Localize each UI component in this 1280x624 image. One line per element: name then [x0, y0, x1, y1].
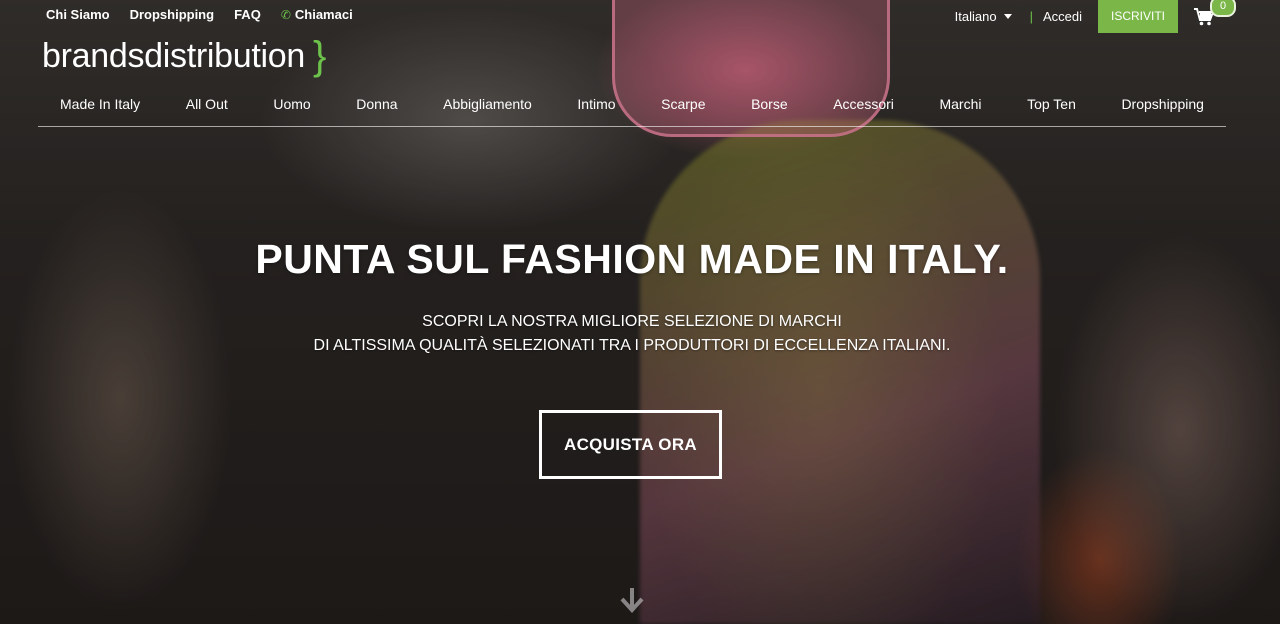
nav-item-all-out[interactable]: All Out — [186, 86, 228, 112]
phone-icon: ✆ — [280, 7, 291, 22]
nav-item-donna[interactable]: Donna — [356, 86, 397, 112]
nav-item-abbigliamento[interactable]: Abbigliamento — [443, 86, 532, 112]
logo-text: brandsdistribution — [42, 36, 305, 75]
main-nav: Made In Italy All Out Uomo Donna Abbigli… — [38, 86, 1226, 127]
nav-item-accessori[interactable]: Accessori — [833, 86, 894, 112]
nav-item-uomo[interactable]: Uomo — [273, 86, 310, 112]
link-chi-siamo[interactable]: Chi Siamo — [46, 7, 110, 22]
nav-item-scarpe[interactable]: Scarpe — [661, 86, 705, 112]
nav-item-top-ten[interactable]: Top Ten — [1027, 86, 1076, 112]
hero-subheadline-line-1: SCOPRI LA NOSTRA MIGLIORE SELEZIONE DI M… — [422, 313, 842, 330]
cart-button[interactable]: 0 — [1194, 0, 1236, 26]
divider: | — [1029, 9, 1033, 24]
language-label: Italiano — [954, 9, 997, 24]
nav-item-made-in-italy[interactable]: Made In Italy — [60, 86, 140, 112]
link-dropshipping[interactable]: Dropshipping — [130, 7, 215, 22]
nav-item-marchi[interactable]: Marchi — [939, 86, 981, 112]
arrow-down-icon[interactable] — [618, 586, 646, 614]
hero-subheadline-line-2: DI ALTISSIMA QUALITÀ SELEZIONATI TRA I P… — [313, 337, 951, 354]
top-links: Chi Siamo Dropshipping FAQ ✆ Chiamaci — [46, 7, 353, 22]
cart-count-badge: 0 — [1210, 0, 1236, 17]
chevron-down-icon — [1003, 14, 1012, 19]
hero-headline: PUNTA SUL FASHION MADE IN ITALY. — [255, 236, 1009, 282]
shop-now-button[interactable]: ACQUISTA ORA — [539, 410, 722, 479]
nav-item-intimo[interactable]: Intimo — [577, 86, 615, 112]
link-chiamaci-label: Chiamaci — [294, 7, 353, 22]
language-selector[interactable]: Italiano — [955, 9, 1012, 24]
top-right-controls: Italiano | Accedi ISCRIVITI 0 — [955, 0, 1236, 33]
hero-section: Chi Siamo Dropshipping FAQ ✆ Chiamaci It… — [0, 0, 1280, 624]
hero-subheadline: SCOPRI LA NOSTRA MIGLIORE SELEZIONE DI M… — [0, 310, 1264, 358]
login-link[interactable]: Accedi — [1043, 9, 1082, 24]
link-chiamaci[interactable]: ✆ Chiamaci — [281, 7, 353, 22]
logo-brace: } — [312, 34, 327, 78]
signup-button[interactable]: ISCRIVITI — [1097, 0, 1178, 33]
top-bar: Chi Siamo Dropshipping FAQ ✆ Chiamaci It… — [0, 0, 1280, 33]
link-faq[interactable]: FAQ — [234, 7, 261, 22]
brand-logo[interactable]: brandsdistribution } — [42, 36, 326, 76]
nav-item-dropshipping[interactable]: Dropshipping — [1121, 86, 1204, 112]
nav-item-borse[interactable]: Borse — [751, 86, 788, 112]
